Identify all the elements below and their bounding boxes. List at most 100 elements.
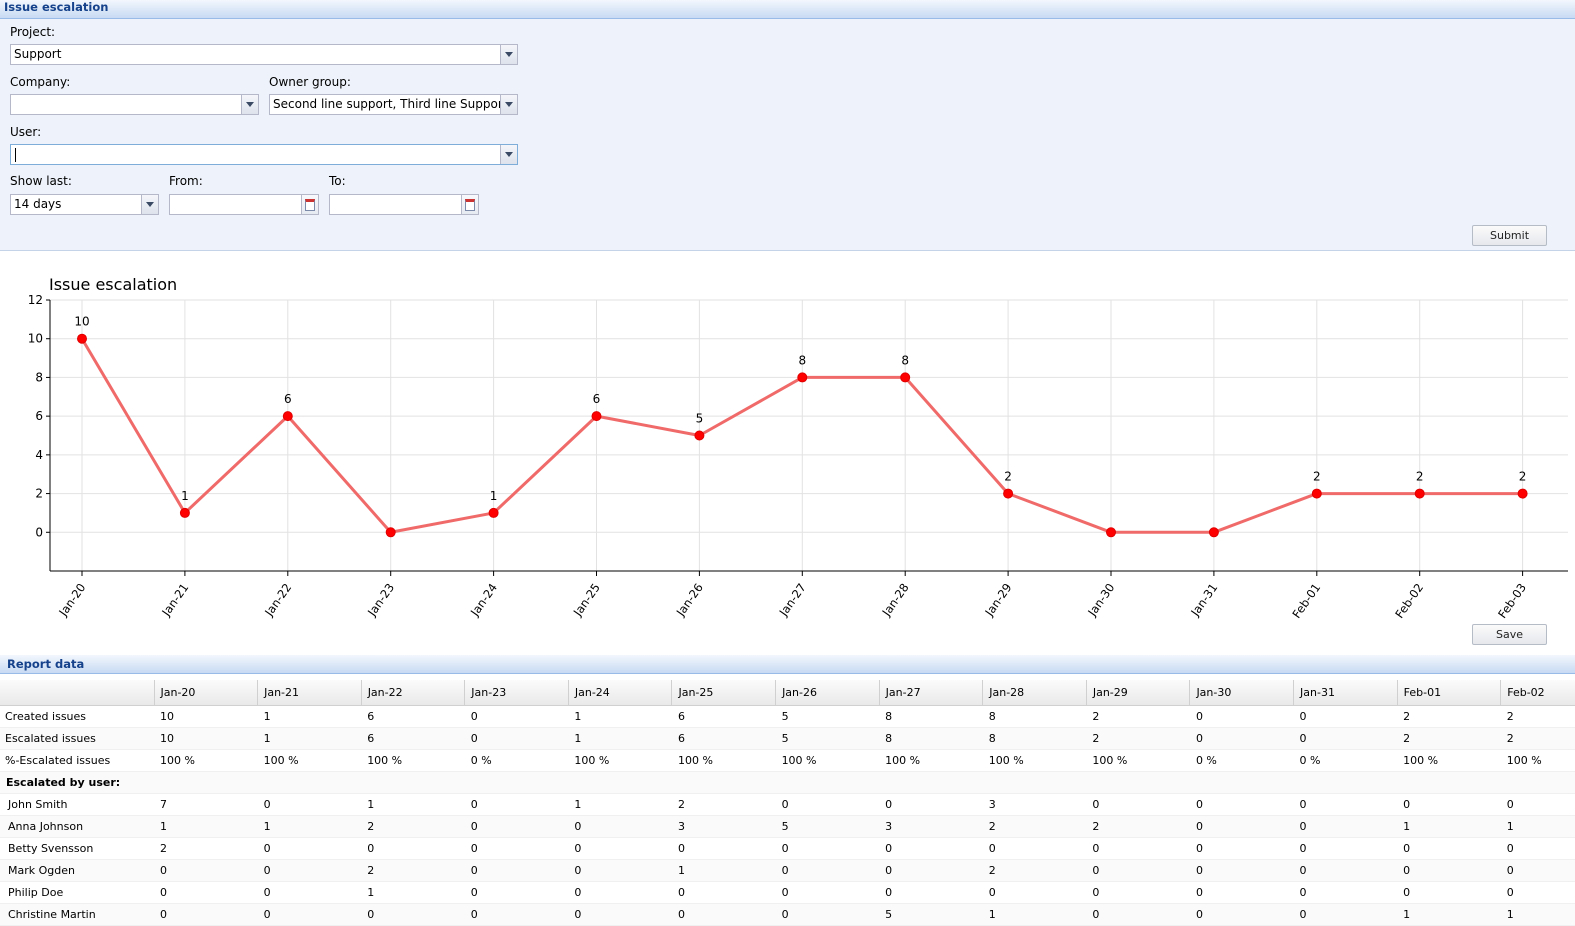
table-cell: 6 (671, 705, 776, 728)
data-point[interactable] (591, 411, 602, 422)
column-header[interactable]: Jan-25 (671, 680, 777, 706)
table-cell: 10 (154, 705, 258, 728)
table-cell: 2 (1500, 705, 1575, 728)
table-cell: 0 (568, 859, 672, 882)
table-cell: 2 (671, 793, 776, 816)
from-date-field[interactable] (169, 194, 319, 215)
table-cell: 1 (257, 727, 362, 750)
table-cell: 1 (568, 727, 672, 750)
x-tick-label: Feb-01 (1289, 581, 1323, 621)
text-cursor (15, 147, 16, 162)
table-cell: 1 (671, 859, 776, 882)
table-cell: 0 (1189, 903, 1294, 926)
column-header[interactable]: Jan-27 (879, 680, 984, 706)
company-combo[interactable] (10, 94, 259, 115)
column-header[interactable]: Jan-28 (982, 680, 1087, 706)
table-cell: 2 (982, 815, 1087, 838)
report-title: Report data (7, 657, 85, 671)
table-cell: 2 (982, 859, 1087, 882)
table-row: Christine Martin 0 0 0 0 0 0 0 5 1 0 0 0 1 1 (0, 903, 1575, 926)
project-label: Project: (10, 25, 56, 39)
column-header[interactable]: Jan-21 (257, 680, 362, 706)
column-header[interactable]: Jan-31 (1293, 680, 1398, 706)
data-point[interactable] (1517, 488, 1528, 499)
x-tick-label: Feb-02 (1392, 581, 1426, 621)
table-cell: 0 (1086, 837, 1190, 860)
table-cell: 1 (568, 705, 672, 728)
column-header[interactable]: Jan-23 (464, 680, 569, 706)
row-label: Anna Johnson (0, 815, 154, 838)
to-date-field[interactable] (329, 194, 479, 215)
table-cell: 2 (1397, 705, 1501, 728)
data-point[interactable] (797, 372, 808, 383)
table-cell (1189, 771, 1294, 794)
data-point[interactable] (1003, 488, 1014, 499)
data-point[interactable] (900, 372, 911, 383)
data-label: 8 (901, 353, 909, 367)
data-point[interactable] (282, 411, 293, 422)
data-label: 1 (181, 489, 189, 503)
table-cell: 5 (775, 815, 880, 838)
column-header[interactable]: Jan-30 (1189, 680, 1295, 706)
table-row: John Smith 7 0 1 0 1 2 0 0 3 0 0 0 0 0 (0, 793, 1575, 816)
chevron-down-icon[interactable] (500, 95, 517, 114)
data-point[interactable] (1311, 488, 1322, 499)
submit-button[interactable]: Submit (1472, 225, 1547, 246)
y-tick-label: 4 (35, 448, 43, 462)
table-cell: 0 (1500, 837, 1575, 860)
table-cell: 0 (1189, 727, 1294, 750)
row-label: John Smith (0, 793, 154, 816)
row-label: Philip Doe (0, 881, 154, 904)
column-header[interactable]: Jan-29 (1086, 680, 1191, 706)
table-cell: 0 (1189, 859, 1294, 882)
escalation-chart: Issue escalation 12 10 8 6 4 2 0 Jan-20 Jan-21 Ja… (0, 262, 1575, 625)
calendar-icon[interactable] (461, 195, 478, 214)
data-point[interactable] (1208, 527, 1219, 538)
x-tick-label: Jan-26 (673, 581, 706, 620)
chevron-down-icon[interactable] (241, 95, 258, 114)
save-button[interactable]: Save (1472, 624, 1547, 645)
table-cell: 8 (879, 705, 983, 728)
table-cell: 100 % (671, 749, 776, 772)
table-cell: 0 (879, 793, 983, 816)
data-point[interactable] (179, 507, 190, 518)
calendar-icon[interactable] (301, 195, 318, 214)
project-combo[interactable]: Support (10, 44, 518, 65)
x-tick-label: Jan-23 (364, 581, 397, 620)
owner-group-label: Owner group: (269, 75, 351, 89)
table-cell: 0 (1189, 881, 1294, 904)
table-cell: 0 (1500, 859, 1575, 882)
data-point[interactable] (694, 430, 705, 441)
chevron-down-icon[interactable] (500, 145, 517, 164)
data-point[interactable] (1414, 488, 1425, 499)
column-header[interactable]: Jan-22 (361, 680, 466, 706)
table-cell: 0 (257, 903, 362, 926)
column-header[interactable]: Jan-20 (154, 680, 259, 706)
column-header[interactable]: Feb-02 (1500, 680, 1575, 706)
y-tick-label: 8 (35, 370, 43, 384)
column-header[interactable]: Feb-01 (1397, 680, 1502, 706)
chevron-down-icon[interactable] (500, 45, 517, 64)
table-cell: 0 % (464, 749, 569, 772)
table-cell: 0 (257, 881, 362, 904)
table-cell: 0 (1086, 793, 1190, 816)
owner-group-combo[interactable]: Second line support, Third line Support (269, 94, 518, 115)
x-tick-label: Jan-22 (261, 581, 294, 620)
column-header[interactable]: Jan-26 (775, 680, 880, 706)
column-header[interactable]: Jan-24 (568, 680, 673, 706)
table-cell: 0 (1293, 793, 1398, 816)
table-row: Mark Ogden 0 0 2 0 0 1 0 0 2 0 0 0 0 0 (0, 859, 1575, 882)
data-point[interactable] (488, 507, 499, 518)
chevron-down-icon[interactable] (141, 195, 158, 214)
data-point[interactable] (77, 333, 87, 344)
user-combo[interactable] (10, 144, 518, 165)
table-cell: 1 (1397, 903, 1501, 926)
column-header-blank[interactable] (0, 680, 155, 706)
x-tick-label: Jan-21 (158, 581, 191, 620)
data-point[interactable] (385, 527, 396, 538)
table-cell: 0 (1397, 859, 1501, 882)
data-point[interactable] (1106, 527, 1116, 538)
show-last-combo[interactable]: 14 days (10, 194, 159, 215)
table-cell (775, 771, 880, 794)
table-cell: 2 (361, 815, 465, 838)
